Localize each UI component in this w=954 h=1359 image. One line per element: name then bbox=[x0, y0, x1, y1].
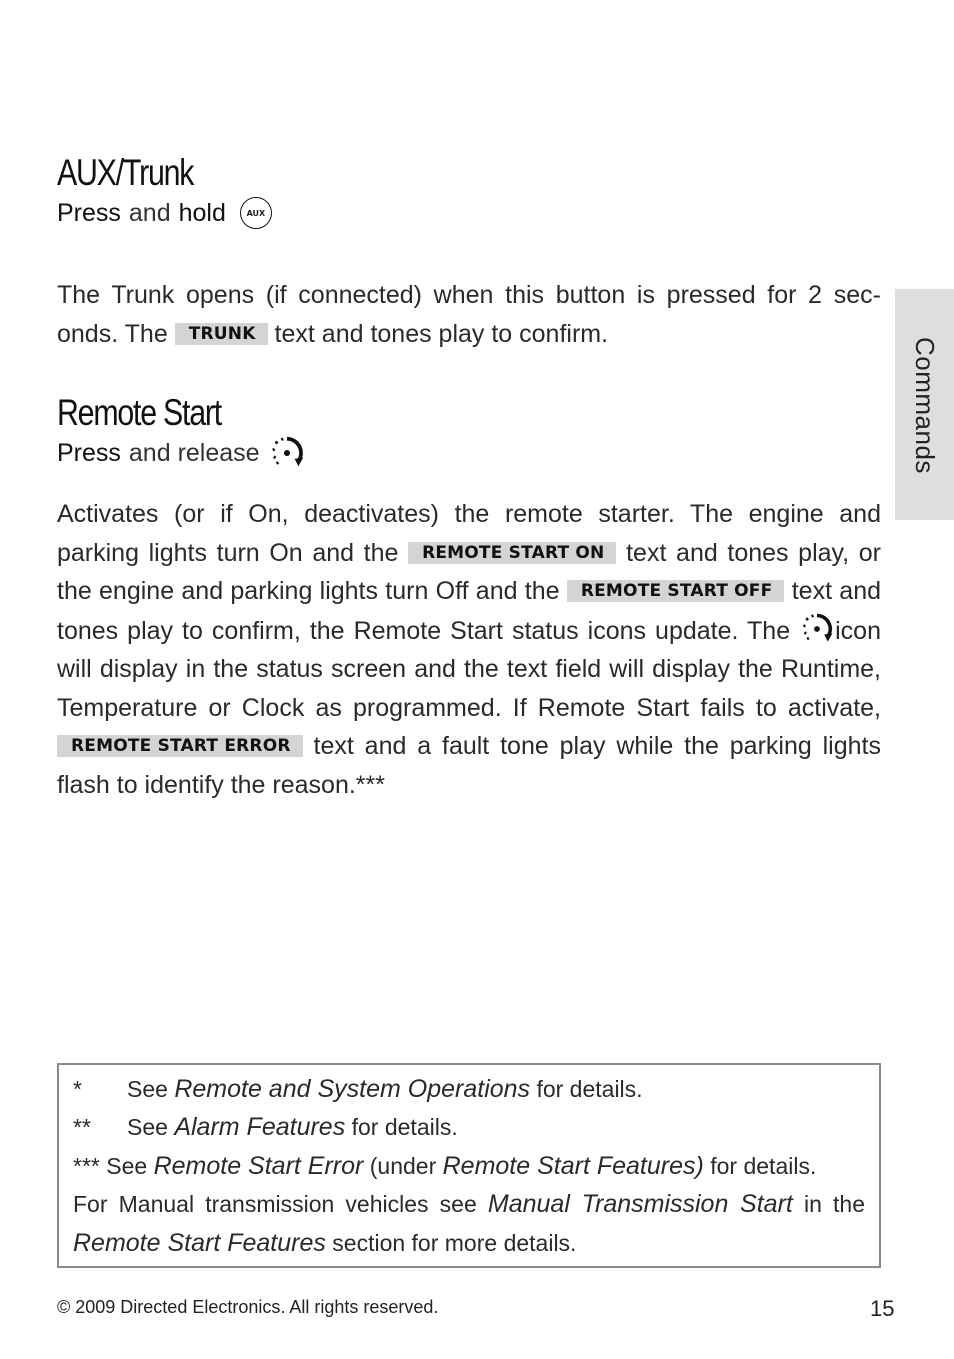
manual-note-mid: in the bbox=[804, 1191, 866, 1217]
remote-start-instruction: Press and release bbox=[57, 434, 306, 472]
footnote-mark: ** bbox=[73, 1114, 91, 1140]
manual-note-ref: Manual Transmission Start bbox=[487, 1190, 793, 1218]
section-title-remote-start: Remote Start bbox=[57, 392, 222, 433]
instruction-hold: hold bbox=[178, 198, 226, 227]
footnote-1: * See Remote and System Operations for de… bbox=[73, 1075, 643, 1104]
footnotes-box: * See Remote and System Operations for de… bbox=[57, 1063, 881, 1268]
footnote-post: for details. bbox=[710, 1153, 817, 1179]
footnote-pre: See bbox=[127, 1114, 168, 1140]
remote-start-icon bbox=[271, 436, 303, 467]
footnote-post: for details. bbox=[351, 1114, 458, 1140]
footnote-mark: *** bbox=[73, 1153, 100, 1179]
aux-description: The Trunk opens (if connected) when this… bbox=[57, 276, 881, 353]
side-tab-commands: Commands bbox=[895, 289, 954, 520]
aux-desc-text-2: text and tones play to confirm. bbox=[274, 319, 609, 348]
remote-start-status-icon bbox=[803, 613, 833, 642]
footnote-post: for details. bbox=[536, 1076, 643, 1102]
manual-note-line-1: For Manual transmission vehicles see Man… bbox=[73, 1190, 865, 1219]
manual-note-pre: For Manual transmission vehicles see bbox=[73, 1191, 477, 1217]
footnote-ref: Remote and System Operations bbox=[174, 1075, 531, 1103]
footnote-mark: * bbox=[73, 1076, 82, 1102]
instruction-press: Press bbox=[57, 198, 121, 227]
display-tag-remote-start-on: REMOTE START ON bbox=[408, 541, 617, 564]
side-tab-label: Commands bbox=[910, 337, 940, 474]
instruction-and-release: and release bbox=[128, 438, 260, 467]
page-number: 15 bbox=[870, 1296, 895, 1321]
footnote-3: *** See Remote Start Error (under Remote… bbox=[73, 1152, 816, 1181]
footnote-pre: See bbox=[106, 1153, 148, 1179]
display-tag-remote-start-error: REMOTE START ERROR bbox=[57, 735, 303, 757]
footnote-2: ** See Alarm Features for details. bbox=[73, 1113, 458, 1142]
manual-note-line-2: Remote Start Features section for more d… bbox=[73, 1229, 576, 1258]
display-tag-remote-start-off: REMOTE START OFF bbox=[566, 580, 785, 602]
manual-note-ref2: Remote Start Features bbox=[73, 1229, 326, 1257]
display-tag-trunk: TRUNK bbox=[174, 322, 268, 345]
aux-instruction: Press and hold AUX bbox=[57, 197, 272, 229]
footnote-pre: See bbox=[127, 1076, 168, 1102]
footnote-ref: Alarm Features bbox=[174, 1113, 346, 1141]
footer-copyright: © 2009 Directed Electronics. All rights … bbox=[57, 1297, 439, 1317]
footnote-mid: (under bbox=[369, 1153, 437, 1179]
instruction-and: and bbox=[128, 198, 171, 227]
footnote-ref: Remote Start Error bbox=[153, 1152, 364, 1180]
instruction-press: Press bbox=[57, 438, 121, 467]
manual-note-post: section for more details. bbox=[332, 1230, 577, 1256]
section-title-aux-trunk: AUX/Trunk bbox=[57, 152, 194, 193]
aux-button-icon: AUX bbox=[239, 197, 272, 229]
remote-start-description: Activates (or if On, deactivates) the re… bbox=[57, 495, 881, 804]
footnote-ref2: Remote Start Features) bbox=[442, 1152, 704, 1180]
